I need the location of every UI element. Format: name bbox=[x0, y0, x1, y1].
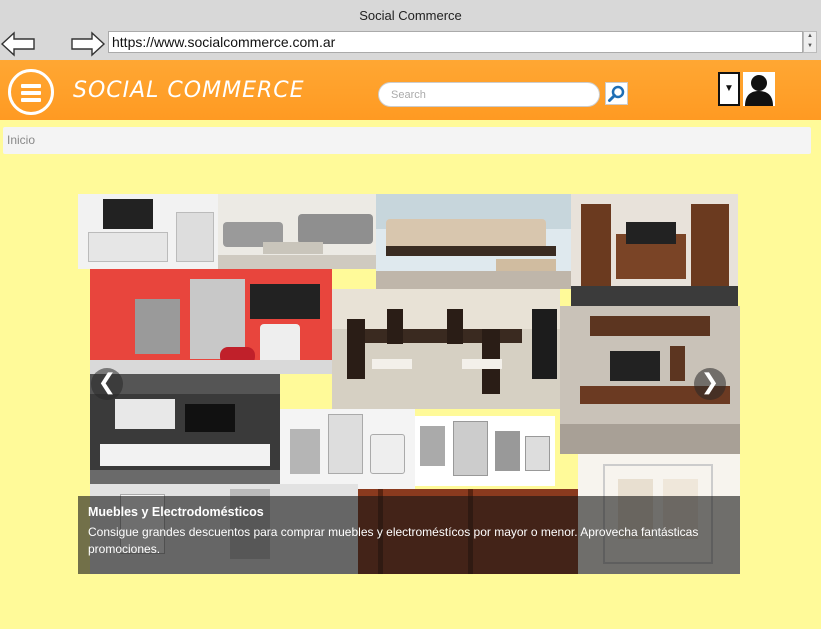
app-header: SOCIAL COMMERCE ▼ bbox=[0, 60, 821, 120]
slide-image-tv-unit bbox=[78, 194, 218, 269]
slide-image-appliance-set bbox=[415, 416, 555, 486]
slide-image-wall-unit-wood bbox=[571, 194, 738, 306]
address-bar[interactable]: https://www.socialcommerce.com.ar bbox=[108, 31, 803, 53]
forward-arrow-icon[interactable] bbox=[70, 30, 106, 58]
breadcrumb: Inicio bbox=[3, 127, 811, 154]
back-arrow-icon[interactable] bbox=[0, 30, 36, 58]
window-title: Social Commerce bbox=[359, 8, 462, 23]
brand-title: SOCIAL COMMERCE bbox=[73, 78, 305, 103]
user-silhouette-icon bbox=[745, 75, 773, 106]
browser-chrome: Social Commerce https://www.socialcommer… bbox=[0, 0, 821, 60]
magnifier-icon bbox=[608, 85, 625, 102]
slide-image-grey-sofa bbox=[218, 194, 376, 269]
address-scrollbar[interactable]: ▲ ▼ bbox=[803, 31, 817, 53]
search-button[interactable] bbox=[605, 82, 628, 105]
slide-image-kitchen-appliances bbox=[280, 409, 415, 489]
slide-image-appliances-red bbox=[90, 269, 332, 374]
slide-image-dining-set bbox=[332, 289, 560, 409]
caption-text: Consigue grandes descuentos para comprar… bbox=[88, 525, 699, 556]
user-avatar[interactable] bbox=[743, 72, 775, 106]
carousel-prev-button[interactable]: ❮ bbox=[91, 368, 123, 400]
carousel-next-button[interactable]: ❯ bbox=[694, 368, 726, 400]
breadcrumb-item-home[interactable]: Inicio bbox=[7, 133, 35, 147]
hamburger-menu-button[interactable] bbox=[8, 69, 54, 115]
caret-down-icon: ▼ bbox=[724, 83, 734, 94]
search-input[interactable] bbox=[378, 82, 600, 107]
user-menu-dropdown[interactable]: ▼ bbox=[718, 72, 740, 106]
caption-title: Muebles y Electrodomésticos bbox=[88, 505, 264, 519]
slide-image-sectional bbox=[376, 194, 571, 289]
carousel-caption: Muebles y Electrodomésticos Consigue gra… bbox=[78, 496, 740, 574]
